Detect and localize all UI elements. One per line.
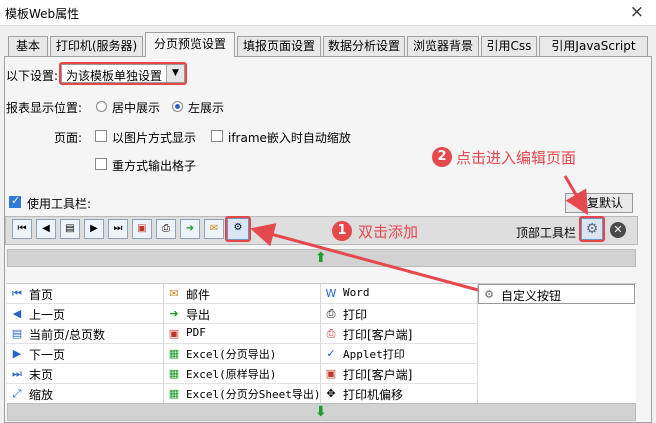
list-item[interactable]: ▶ 下一页 (7, 344, 164, 364)
zoom-icon: ⤢ (12, 387, 22, 400)
tab-page-preview[interactable]: 分页预览设置 (145, 32, 235, 57)
reprint-checkbox-label: 重方式输出格子 (112, 159, 197, 173)
gear-icon: ⚙ (484, 288, 494, 301)
move-up-bar[interactable]: ⬆ (7, 249, 636, 267)
prev-page-icon[interactable]: ◀ (36, 219, 56, 239)
step-1-text: 双击添加 (358, 223, 419, 241)
tab-data-analysis[interactable]: 数据分析设置 (323, 36, 405, 56)
iframe-checkbox[interactable] (211, 130, 223, 142)
close-icon[interactable]: × (630, 2, 644, 22)
applet-icon: ✓ (326, 347, 336, 360)
list-item[interactable]: ✉ 邮件 (164, 284, 321, 304)
move-down-bar[interactable]: ⬇ (7, 403, 636, 421)
radio-center[interactable] (96, 101, 107, 112)
email-icon: ✉ (169, 287, 179, 300)
empty-cell (478, 304, 635, 324)
image-checkbox-label: 以图片方式显示 (112, 131, 197, 145)
list-item-custom-button[interactable]: ⚙ 自定义按钮 (478, 284, 635, 304)
step-2-badge: 2 (432, 147, 452, 167)
window-title: 模板Web属性 (5, 7, 80, 21)
excel-icon: ▦ (168, 387, 180, 400)
first-page-icon: ⏮ (12, 287, 22, 300)
radio-left[interactable] (172, 101, 183, 112)
pdf-icon[interactable]: ▣ (132, 219, 152, 239)
highlight-scope-box (59, 62, 187, 85)
excel-icon: ▦ (168, 347, 180, 360)
iframe-checkbox-label: iframe嵌入时自动缩放 (228, 131, 351, 145)
close-icon[interactable]: ✕ (610, 222, 626, 238)
print-icon: ⎙ (326, 307, 336, 320)
image-checkbox[interactable] (95, 130, 107, 142)
list-item[interactable]: ➜ 导出 (164, 304, 321, 324)
arrow-down-icon: ⬇ (315, 404, 327, 420)
list-item[interactable]: ▦ Excel(分页分Sheet导出) (164, 384, 321, 404)
current-page-icon[interactable]: ▤ (60, 219, 80, 239)
arrow-up-icon: ⬆ (315, 250, 327, 266)
tab-fill-page[interactable]: 填报页面设置 (237, 36, 321, 56)
position-label: 报表显示位置: (6, 101, 83, 115)
step-1-badge: 1 (332, 221, 352, 241)
list-item[interactable]: ⏮ 首页 (7, 284, 164, 304)
last-page-icon: ⏭ (12, 367, 22, 380)
radio-left-label: 左展示 (188, 101, 225, 115)
reprint-checkbox[interactable] (95, 158, 107, 170)
restore-default-button[interactable]: 恢复默认 (565, 193, 633, 213)
export-icon[interactable]: ➜ (180, 219, 200, 239)
tab-browser-bg[interactable]: 浏览器背景 (407, 36, 479, 56)
list-item[interactable]: W Word (321, 284, 478, 304)
email-icon[interactable]: ✉ (204, 219, 224, 239)
step-2-text: 点击进入编辑页面 (456, 149, 577, 167)
list-item[interactable]: ▦ Excel(原样导出) (164, 364, 321, 384)
printer-offset-icon: ✥ (326, 387, 336, 400)
use-toolbar-checkbox[interactable] (9, 194, 21, 208)
list-item[interactable]: ⎙ 打印 (321, 304, 478, 324)
tab-printer-server[interactable]: 打印机(服务器) (50, 36, 143, 56)
page-label: 页面: (54, 131, 83, 145)
list-item[interactable]: ⤢ 缩放 (7, 384, 164, 404)
list-item[interactable]: ✥ 打印机偏移 (321, 384, 478, 404)
last-page-icon[interactable]: ⏭ (108, 219, 128, 239)
use-toolbar-label: 使用工具栏: (27, 197, 92, 211)
highlight-edit-gear (579, 216, 605, 242)
pdf-icon: ▣ (325, 367, 337, 380)
print-icon: ⎙ (326, 327, 336, 340)
list-item[interactable]: ⎙ 打印[客户端] (321, 324, 478, 344)
list-item[interactable]: ▦ Excel(分页导出) (164, 344, 321, 364)
tab-bar: 基本 打印机(服务器) 分页预览设置 填报页面设置 数据分析设置 浏览器背景 引… (4, 32, 652, 57)
title-bar: 模板Web属性 × (0, 0, 656, 26)
excel-icon: ▦ (168, 367, 180, 380)
tab-basic[interactable]: 基本 (8, 36, 48, 56)
button-grid: ⏮ 首页 ◀ 上一页 ▤ 当前页/总页数 ▶ 下一页 ⏭ 末页 ⤢ 缩放 ✉ 邮件 ➜ 导出 ▣… (7, 283, 636, 404)
current-page-icon: ▤ (11, 327, 23, 340)
prev-page-icon: ◀ (12, 307, 22, 320)
word-icon: W (325, 287, 337, 300)
list-item[interactable]: ▣ 打印[客户端] (321, 364, 478, 384)
highlight-toolbar-gear (225, 216, 251, 242)
list-item[interactable]: ⏭ 末页 (7, 364, 164, 384)
list-item[interactable]: ▤ 当前页/总页数 (7, 324, 164, 344)
list-item[interactable]: ◀ 上一页 (7, 304, 164, 324)
next-page-icon: ▶ (12, 347, 22, 360)
list-item[interactable]: ▣ PDF (164, 324, 321, 344)
list-item[interactable]: ✓ Applet打印 (321, 344, 478, 364)
tab-css[interactable]: 引用Css (481, 36, 537, 56)
pdf-icon: ▣ (168, 327, 180, 340)
next-page-icon[interactable]: ▶ (84, 219, 104, 239)
first-page-icon[interactable]: ⏮ (12, 219, 32, 239)
export-icon: ➜ (169, 307, 179, 320)
top-toolbar-label: 顶部工具栏 (516, 226, 577, 240)
tab-javascript[interactable]: 引用JavaScript (539, 36, 648, 56)
print-icon[interactable]: ⎙ (156, 219, 176, 239)
radio-center-label: 居中展示 (112, 101, 161, 115)
scope-label: 以下设置: (6, 69, 59, 83)
